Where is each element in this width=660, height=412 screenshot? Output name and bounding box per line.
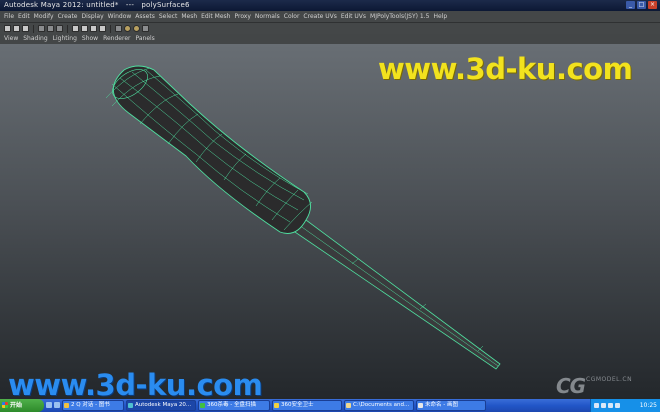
menu-file[interactable]: File — [4, 11, 18, 22]
taskbar-item[interactable]: Autodesk Maya 20... — [126, 400, 196, 411]
menu-normals[interactable]: Normals — [255, 11, 284, 22]
watermark-bottom: www.3d-ku.com — [8, 368, 263, 399]
paint-icon — [418, 403, 423, 408]
quick-launch — [46, 402, 60, 408]
menu-display[interactable]: Display — [82, 11, 108, 22]
window-title: Autodesk Maya 2012: untitled* --- polySu… — [4, 1, 190, 9]
construction-history-icon[interactable] — [115, 25, 122, 32]
shaft-edge — [298, 224, 499, 367]
security-guard-icon — [274, 403, 279, 408]
snap-plane-icon[interactable] — [99, 25, 106, 32]
panel-menu-renderer[interactable]: Renderer — [103, 34, 135, 44]
taskbar-item-label: Autodesk Maya 20... — [135, 402, 192, 408]
app-icon — [64, 403, 69, 408]
menu-mesh[interactable]: Mesh — [181, 11, 201, 22]
start-button[interactable]: 开始 — [0, 399, 44, 412]
windows-taskbar: 开始 2 Q 对话 - 图书 Autodesk Maya 20... 360杀毒… — [0, 399, 660, 412]
clock[interactable]: 10:25 — [640, 399, 657, 412]
menu-proxy[interactable]: Proxy — [234, 11, 254, 22]
taskbar-item[interactable]: C:\Documents and... — [344, 400, 414, 411]
render-settings-icon[interactable] — [142, 25, 149, 32]
menu-mjpolytools[interactable]: MJPolyTools(JSY) 1.5 — [370, 11, 433, 22]
system-tray: 10:25 — [590, 399, 660, 412]
maya-icon — [128, 403, 133, 408]
cgmodel-logo: CG CGMODEL.CN — [556, 374, 656, 398]
windows-logo-icon — [2, 402, 8, 408]
new-scene-icon[interactable] — [4, 25, 11, 32]
taskbar-item[interactable]: 2 Q 对话 - 图书 — [62, 400, 124, 411]
menu-edit-uvs[interactable]: Edit UVs — [341, 11, 370, 22]
handle-mesh — [113, 65, 311, 234]
snap-point-icon[interactable] — [90, 25, 97, 32]
quick-launch-icon[interactable] — [54, 402, 60, 408]
panel-menu-bar: View Shading Lighting Show Renderer Pane… — [0, 34, 660, 44]
toolbar-divider — [33, 24, 34, 33]
menu-create[interactable]: Create — [58, 11, 82, 22]
tray-icon[interactable] — [594, 403, 599, 408]
select-object-icon[interactable] — [47, 25, 54, 32]
menu-assets[interactable]: Assets — [135, 11, 159, 22]
start-label: 开始 — [10, 402, 23, 409]
select-hierarchy-icon[interactable] — [38, 25, 45, 32]
antivirus-icon — [200, 403, 205, 408]
taskbar-item-label: 2 Q 对话 - 图书 — [71, 402, 110, 408]
menu-create-uvs[interactable]: Create UVs — [303, 11, 340, 22]
toolbar-divider — [67, 24, 68, 33]
perspective-viewport[interactable]: www.3d-ku.com www.3d-ku.com CG CGMODEL.C… — [0, 44, 660, 399]
taskbar-item[interactable]: 未命名 - 画图 — [416, 400, 486, 411]
ipr-render-icon[interactable] — [133, 25, 140, 32]
tray-icon[interactable] — [601, 403, 606, 408]
snap-grid-icon[interactable] — [72, 25, 79, 32]
menu-help[interactable]: Help — [433, 11, 451, 22]
tray-icon[interactable] — [608, 403, 613, 408]
render-icon[interactable] — [124, 25, 131, 32]
menu-edit-mesh[interactable]: Edit Mesh — [201, 11, 234, 22]
panel-menu-panels[interactable]: Panels — [135, 34, 159, 44]
menu-edit[interactable]: Edit — [18, 11, 34, 22]
panel-menu-view[interactable]: View — [4, 34, 23, 44]
menu-select[interactable]: Select — [159, 11, 182, 22]
taskbar-item-label: 360安全卫士 — [281, 402, 314, 408]
save-scene-icon[interactable] — [22, 25, 29, 32]
panel-menu-shading[interactable]: Shading — [23, 34, 52, 44]
close-button[interactable]: × — [648, 1, 657, 9]
panel-menu-show[interactable]: Show — [82, 34, 103, 44]
watermark-top: www.3d-ku.com — [378, 52, 633, 86]
taskbar-item[interactable]: 360安全卫士 — [272, 400, 342, 411]
status-line-toolbar — [0, 22, 660, 34]
title-bar: Autodesk Maya 2012: untitled* --- polySu… — [0, 0, 660, 11]
toolbar-divider — [110, 24, 111, 33]
taskbar-item[interactable]: 360杀毒 - 全盘扫描 — [198, 400, 270, 411]
taskbar-item-label: 360杀毒 - 全盘扫描 — [207, 402, 256, 408]
taskbar-item-label: C:\Documents and... — [353, 402, 410, 408]
screwdriver-model[interactable] — [0, 44, 660, 399]
maximize-button[interactable]: □ — [637, 1, 646, 9]
taskbar-item-label: 未命名 - 画图 — [425, 402, 458, 408]
folder-icon — [346, 403, 351, 408]
tray-icon[interactable] — [615, 403, 620, 408]
minimize-button[interactable]: _ — [626, 1, 635, 9]
quick-launch-icon[interactable] — [46, 402, 52, 408]
open-scene-icon[interactable] — [13, 25, 20, 32]
select-component-icon[interactable] — [56, 25, 63, 32]
panel-menu-lighting[interactable]: Lighting — [53, 34, 82, 44]
menu-color[interactable]: Color — [284, 11, 304, 22]
menu-modify[interactable]: Modify — [34, 11, 58, 22]
main-menu-bar: File Edit Modify Create Display Window A… — [0, 11, 660, 22]
cgmodel-logo-text: CGMODEL.CN — [586, 376, 633, 383]
snap-curve-icon[interactable] — [81, 25, 88, 32]
cgmodel-logo-mark: CG — [556, 374, 586, 398]
menu-window[interactable]: Window — [108, 11, 136, 22]
